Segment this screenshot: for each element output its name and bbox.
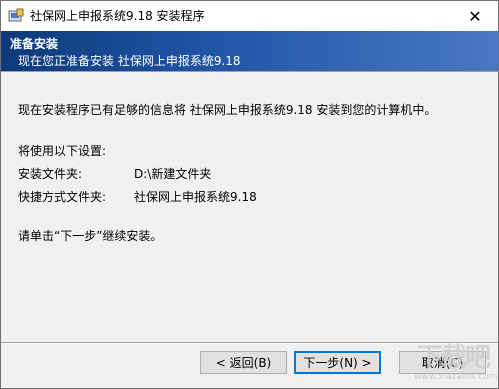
close-button[interactable]: ✕	[452, 1, 498, 31]
close-icon: ✕	[468, 6, 482, 26]
shortcut-folder-value: 社保网上申报系统9.18	[134, 190, 257, 204]
banner-subtitle: 现在您正准备安装 社保网上申报系统9.18	[18, 54, 241, 68]
instruction-text: 请单击“下一步”继续安装。	[18, 229, 163, 243]
shortcut-folder-label: 快捷方式文件夹:	[18, 190, 107, 204]
install-folder-label: 安装文件夹:	[18, 167, 83, 181]
watermark-url: www.xiazaiba.com	[414, 372, 498, 382]
installer-app-icon	[8, 8, 24, 22]
header-banner: 准备安装 现在您正准备安装 社保网上申报系统9.18	[1, 31, 498, 71]
next-button[interactable]: 下一步(N) >	[294, 351, 381, 374]
intro-text: 现在安装程序已有足够的信息将 社保网上申报系统9.18 安装到您的计算机中。	[18, 103, 437, 117]
window-title: 社保网上申报系统9.18 安装程序	[30, 9, 205, 23]
back-button[interactable]: < 返回(B)	[200, 351, 287, 374]
title-bar: 社保网上申报系统9.18 安装程序 ✕	[1, 1, 498, 31]
installer-window: 社保网上申报系统9.18 安装程序 ✕ 准备安装 现在您正准备安装 社保网上申报…	[0, 0, 499, 389]
settings-heading: 将使用以下设置:	[18, 144, 107, 158]
watermark-logo: 下载吧 www.xiazaiba.com	[414, 343, 498, 384]
banner-title: 准备安装	[10, 37, 59, 51]
banner-divider	[1, 71, 498, 72]
watermark-glyphs: 下载吧	[416, 343, 491, 373]
install-folder-value: D:\新建文件夹	[134, 167, 212, 181]
